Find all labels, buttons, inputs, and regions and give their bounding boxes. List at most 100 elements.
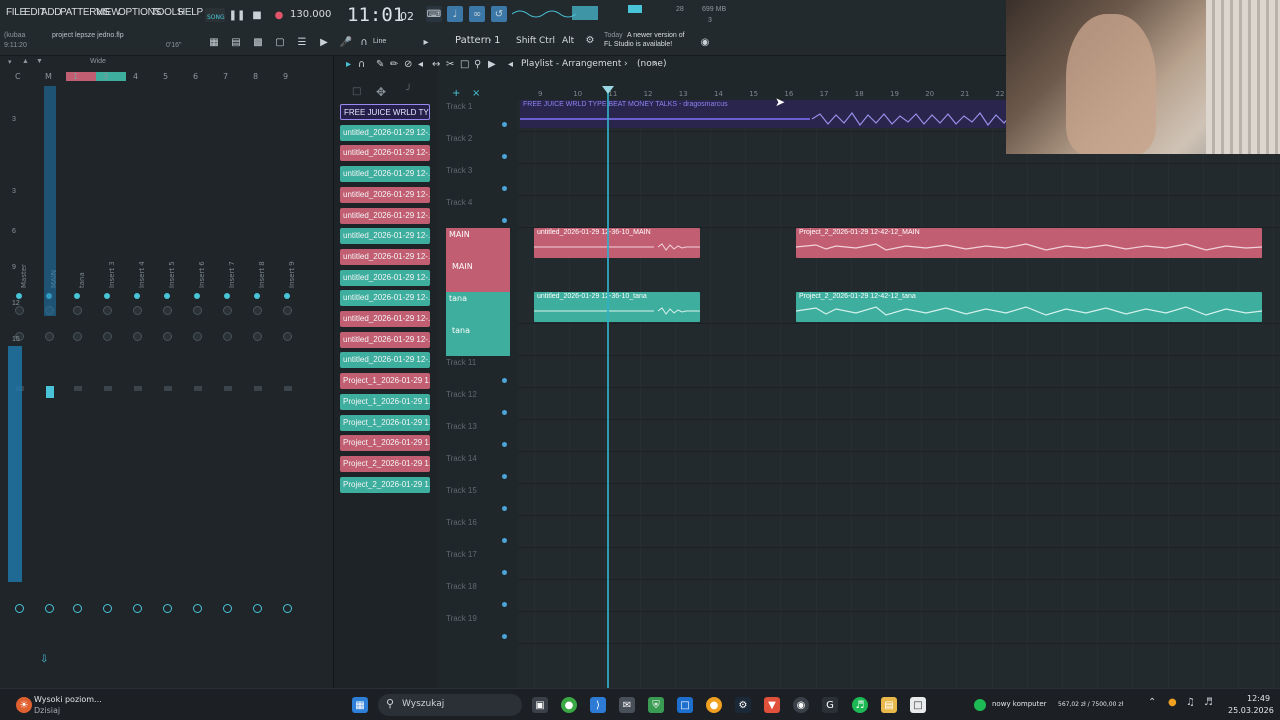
menu-file[interactable]: FILE: [6, 7, 26, 18]
taskbar-search[interactable]: ⚲ Wyszukaj: [378, 694, 522, 716]
mixer-send-icon[interactable]: [223, 604, 232, 613]
delete-tool-icon[interactable]: ⊘: [404, 59, 412, 70]
piano-roll-icon[interactable]: ▤: [228, 34, 244, 50]
pattern-item[interactable]: Project_1_2026-01-29 1...: [340, 373, 430, 390]
pattern-item[interactable]: untitled_2026-01-29 12-...: [340, 228, 430, 245]
app-g-icon[interactable]: G: [822, 697, 838, 713]
clip-tana-b[interactable]: Project_2_2026-01-29 12-42-12_tana: [796, 292, 1262, 322]
mixer-strip-label[interactable]: Insert 6: [198, 261, 206, 288]
track-name[interactable]: Track 19: [446, 614, 477, 623]
clip-main-b[interactable]: Project_2_2026-01-29 12-42-12_MAIN: [796, 228, 1262, 258]
track-enable-dot[interactable]: [502, 410, 507, 415]
pattern-item[interactable]: untitled_2026-01-29 12-...: [340, 145, 430, 162]
select-tool-icon[interactable]: □: [460, 59, 469, 70]
pattern-item[interactable]: Project_1_2026-01-29 1...: [340, 414, 430, 431]
mixer-pan-knob[interactable]: [15, 306, 24, 315]
track-name[interactable]: Track 13: [446, 422, 477, 431]
pattern-item[interactable]: FREE JUICE WRLD TYP...: [340, 104, 430, 120]
mixer-pan-knob[interactable]: [103, 306, 112, 315]
mixer-fader[interactable]: [224, 386, 232, 391]
mixer-fader[interactable]: [284, 386, 292, 391]
mixer-send-icon[interactable]: [103, 604, 112, 613]
notepad-icon[interactable]: □: [910, 697, 926, 713]
fl-studio-icon[interactable]: ●: [706, 697, 722, 713]
loop-record-icon[interactable]: ↺: [491, 6, 507, 22]
keyboard-icon[interactable]: ⌨: [426, 6, 442, 22]
pattern-item[interactable]: Project_1_2026-01-29 1...: [340, 435, 430, 452]
mixer-icon[interactable]: ☰: [294, 34, 310, 50]
mixer-tool-icon[interactable]: ▾: [8, 58, 12, 66]
mixer-fader[interactable]: [74, 386, 82, 391]
draw-tool-icon[interactable]: ✎: [376, 59, 384, 70]
obs-icon[interactable]: ◉: [793, 697, 809, 713]
mute-tool-icon[interactable]: ◂: [418, 59, 423, 70]
mixer-strip-enable-dot[interactable]: [16, 293, 22, 299]
tray-app-icon[interactable]: [974, 699, 986, 711]
slip-tool-icon[interactable]: ↔: [432, 59, 440, 70]
mixer-strip-label[interactable]: Insert 4: [138, 261, 146, 288]
pattern-item[interactable]: untitled_2026-01-29 12-...: [340, 207, 430, 224]
mixer-fader[interactable]: [164, 386, 172, 391]
news-icon[interactable]: ⚙: [582, 32, 598, 48]
record-icon[interactable]: ●: [271, 7, 287, 23]
playhead-marker-icon[interactable]: [602, 86, 614, 94]
tray-chevron-icon[interactable]: ⌃: [1148, 697, 1156, 708]
track-name[interactable]: Track 16: [446, 518, 477, 527]
mixer-strip-enable-dot[interactable]: [284, 293, 290, 299]
track-name[interactable]: Track 11: [446, 358, 476, 367]
selection-arrow-icon[interactable]: ›: [653, 59, 657, 69]
track-name[interactable]: Track 4: [446, 198, 472, 207]
track-name[interactable]: Track 12: [446, 390, 477, 399]
mixer-down-icon[interactable]: ▼: [36, 58, 43, 65]
snap-select[interactable]: Line: [373, 38, 386, 45]
picker-move-icon[interactable]: ✥: [376, 85, 386, 99]
pattern-item[interactable]: untitled_2026-01-29 12-...: [340, 331, 430, 348]
track-enable-dot[interactable]: [502, 634, 507, 639]
mixer-fader[interactable]: [104, 386, 112, 391]
mixer-pan-knob[interactable]: [133, 306, 142, 315]
mixer-fader[interactable]: [254, 386, 262, 391]
mixer-strip-label[interactable]: Insert 3: [108, 261, 116, 288]
master-volume-icon[interactable]: [628, 5, 642, 13]
pattern-item[interactable]: untitled_2026-01-29 12-...: [340, 352, 430, 369]
mixer-strip-label[interactable]: Insert 9: [288, 261, 296, 288]
mixer-pan-knob[interactable]: [283, 306, 292, 315]
pattern-add-icon[interactable]: ›: [488, 35, 492, 46]
pattern-item[interactable]: untitled_2026-01-29 12-...: [340, 311, 430, 327]
mixer-send-icon[interactable]: [133, 604, 142, 613]
file-explorer-icon[interactable]: ▤: [881, 697, 897, 713]
mixer-stereo-knob[interactable]: [103, 332, 112, 341]
mixer-pan-knob[interactable]: [163, 306, 172, 315]
play-arrow-icon[interactable]: ▶: [316, 34, 332, 50]
tray-fl-icon[interactable]: ●: [1168, 697, 1177, 708]
mixer-strip-label[interactable]: Insert 7: [228, 261, 236, 288]
track-name[interactable]: Track 2: [446, 134, 472, 143]
mixer-send-icon[interactable]: [73, 604, 82, 613]
time-display[interactable]: 11:01: [347, 4, 404, 26]
pat-song-toggle[interactable]: SONG: [205, 8, 225, 22]
mixer-stereo-knob[interactable]: [73, 332, 82, 341]
vscode-icon[interactable]: ⟩: [590, 697, 606, 713]
mixer-stereo-knob[interactable]: [133, 332, 142, 341]
mixer-strip-enable-dot[interactable]: [164, 293, 170, 299]
playlist-menu-arrow-icon[interactable]: ◂: [508, 59, 513, 70]
track-name[interactable]: Track 3: [446, 166, 472, 175]
mixer-send-icon[interactable]: [283, 604, 292, 613]
track-enable-dot[interactable]: [502, 570, 507, 575]
mixer-stereo-knob[interactable]: [253, 332, 262, 341]
picker-pin-icon[interactable]: □: [352, 86, 361, 97]
track-enable-dot[interactable]: [502, 506, 507, 511]
track-enable-dot[interactable]: [502, 474, 507, 479]
paint-tool-icon[interactable]: ✏: [390, 59, 398, 70]
track-enable-dot[interactable]: [502, 442, 507, 447]
mixer-strip-enable-dot[interactable]: [134, 293, 140, 299]
stop-icon[interactable]: ■: [249, 7, 265, 23]
mixer-send-icon[interactable]: [163, 604, 172, 613]
track-header-main[interactable]: MAIN MAIN: [446, 228, 510, 292]
mixer-strip-label[interactable]: Insert 8: [258, 261, 266, 288]
add-track-icon[interactable]: +: [452, 88, 460, 99]
tray-mic-icon[interactable]: ♫: [1186, 697, 1195, 708]
menu-add[interactable]: ADD: [41, 7, 62, 18]
microphone-icon[interactable]: 🎤: [338, 34, 354, 50]
steam-icon[interactable]: ⚙: [735, 697, 751, 713]
